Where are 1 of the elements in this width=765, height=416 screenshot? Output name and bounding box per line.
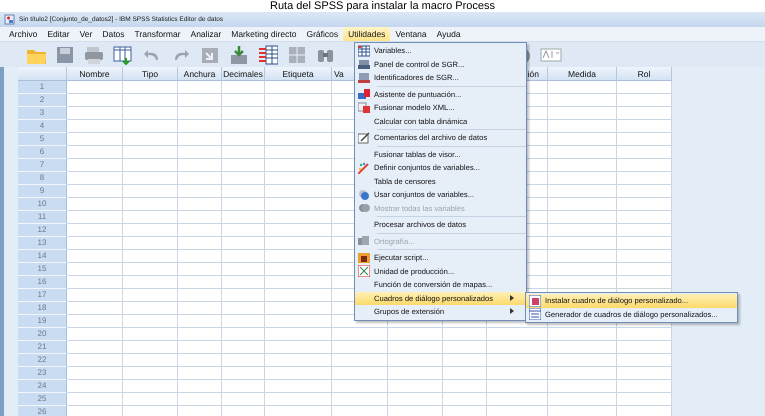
caption-text: Ruta del SPSS para instalar la macro Process bbox=[269, 0, 496, 12]
